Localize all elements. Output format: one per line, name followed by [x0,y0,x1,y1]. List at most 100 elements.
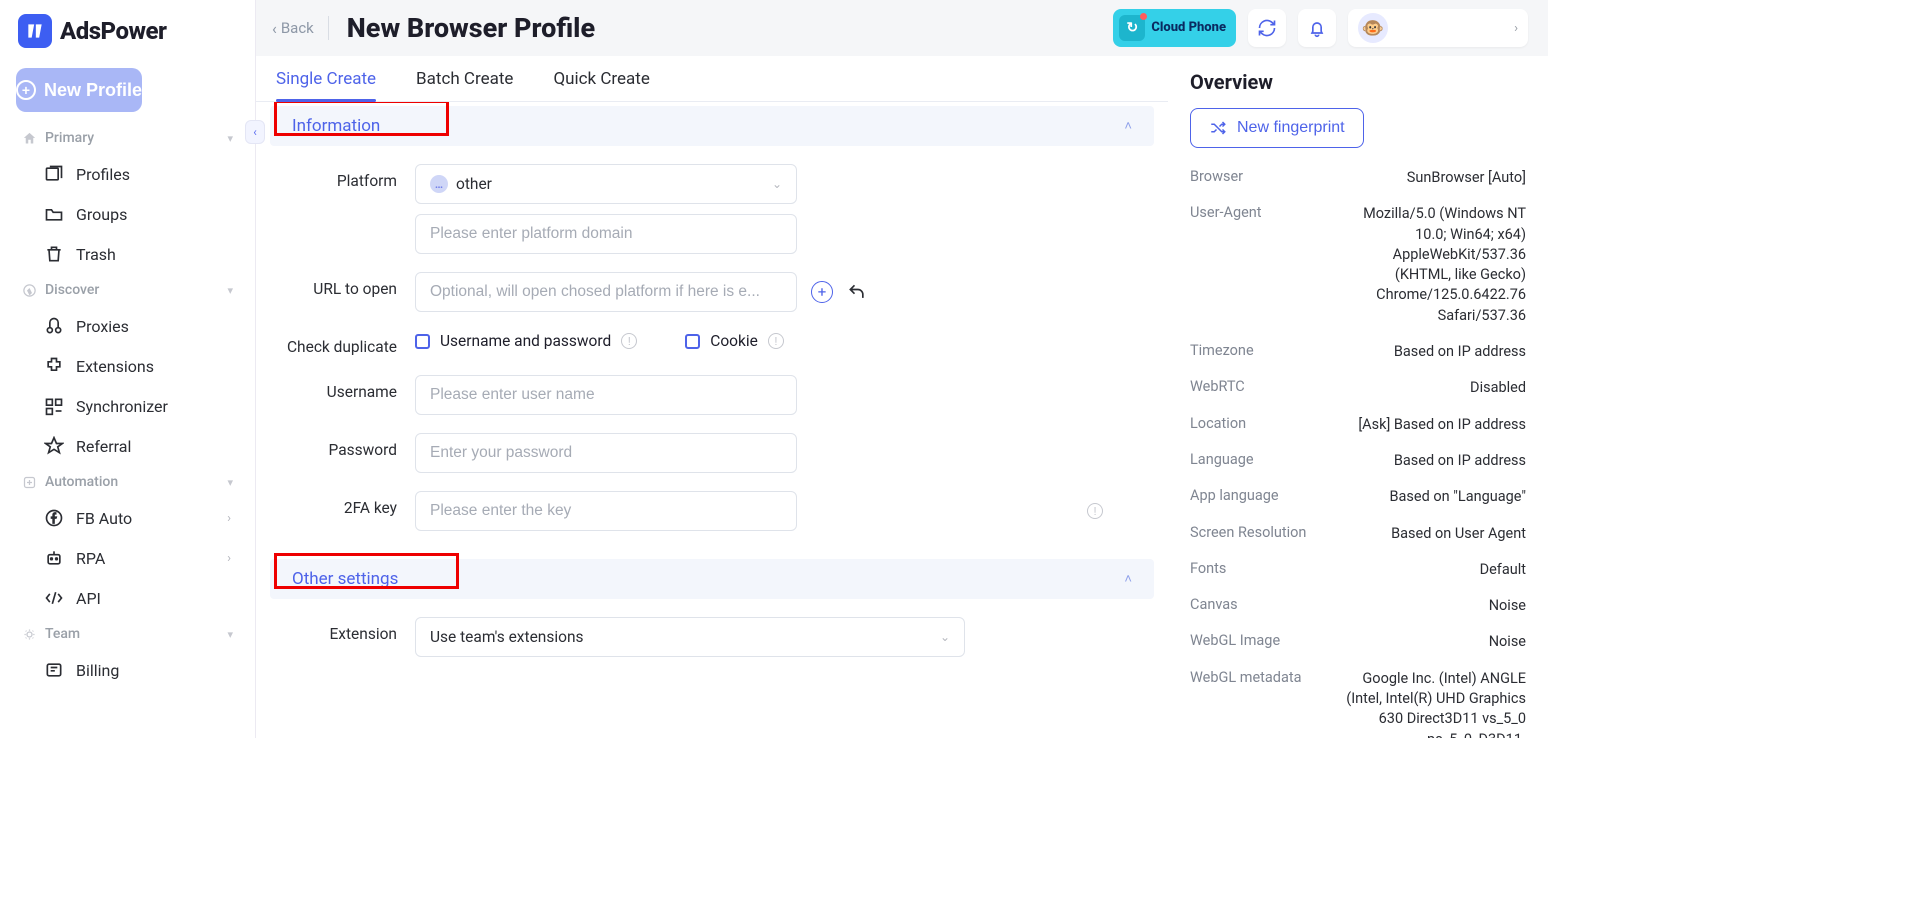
chevron-down-icon: ⌄ [772,177,782,191]
sidebar-item-extensions[interactable]: Extensions [0,346,255,386]
fb-icon [44,508,64,528]
label-2fa: 2FA key [270,491,415,518]
account-menu[interactable]: 🐵 › [1348,9,1528,47]
new-profile-button[interactable]: + New Profile [16,68,142,112]
notifications-button[interactable] [1298,9,1336,47]
nav-section-primary[interactable]: Primary ▾ [0,122,255,154]
chevron-up-icon: ˄ [1124,118,1132,134]
overview-row: BrowserSunBrowser [Auto] [1190,168,1526,188]
billing-icon [44,660,64,680]
overview-row: TimezoneBased on IP address [1190,342,1526,362]
trash-icon [44,244,64,264]
extension-select[interactable]: Use team's extensions ⌄ [415,617,965,657]
tab-single-create[interactable]: Single Create [276,59,376,101]
tab-quick-create[interactable]: Quick Create [553,59,649,101]
add-url-button[interactable]: + [811,281,833,303]
overview-row: WebRTCDisabled [1190,378,1526,398]
nav-section-discover[interactable]: Discover ▾ [0,274,255,306]
sidebar-item-proxies[interactable]: Proxies [0,306,255,346]
sidebar-item-referral[interactable]: Referral [0,426,255,466]
overview-row: WebGL metadataGoogle Inc. (Intel) ANGLE … [1190,669,1526,738]
cloud-phone-label: Cloud Phone [1151,21,1226,35]
sidebar-item-synchronizer[interactable]: Synchronizer [0,386,255,426]
puzzle-icon [44,356,64,376]
robot-icon [44,548,64,568]
proxies-icon [44,316,64,336]
chevron-down-icon: ▾ [227,284,233,297]
twofa-input[interactable] [415,491,797,531]
avatar-icon: 🐵 [1358,13,1388,43]
sidebar-item-trash[interactable]: Trash [0,234,255,274]
chevron-down-icon: ▾ [227,132,233,145]
divider [328,16,329,40]
tab-batch-create[interactable]: Batch Create [416,59,513,101]
overview-list: BrowserSunBrowser [Auto] User-AgentMozil… [1190,168,1526,738]
main: ‹Back New Browser Profile ↻ Cloud Phone … [256,0,1548,738]
new-fingerprint-button[interactable]: New fingerprint [1190,108,1364,148]
chevron-right-icon: › [227,551,231,566]
logo[interactable]: AdsPower [0,0,255,62]
overview-row: Location[Ask] Based on IP address [1190,415,1526,435]
chevron-right-icon: › [1514,21,1518,36]
tabs: Single Create Batch Create Quick Create [256,56,1168,102]
overview-row: WebGL ImageNoise [1190,632,1526,652]
folder-icon [44,204,64,224]
nav-section-automation[interactable]: Automation ▾ [0,466,255,498]
checkbox-cookie[interactable]: Cookie! [685,332,784,350]
checkbox-username-password[interactable]: Username and password! [415,332,637,350]
url-to-open-input[interactable] [415,272,797,312]
info-icon[interactable]: ! [768,333,784,349]
sidebar-item-groups[interactable]: Groups [0,194,255,234]
overview-row: App languageBased on "Language" [1190,487,1526,507]
chevron-down-icon: ▾ [227,476,233,489]
undo-icon[interactable] [847,282,867,302]
cloud-phone-icon: ↻ [1119,15,1145,41]
chevron-down-icon: ▾ [227,628,233,641]
password-input[interactable] [415,433,797,473]
section-information[interactable]: Information ˄ [270,106,1154,146]
checkbox-icon [415,334,430,349]
star-icon [44,436,64,456]
section-other-settings[interactable]: Other settings ˄ [270,559,1154,599]
sidebar-item-fb-auto[interactable]: FB Auto› [0,498,255,538]
overview-row: CanvasNoise [1190,596,1526,616]
platform-select[interactable]: …other ⌄ [415,164,797,204]
label-password: Password [270,433,415,460]
chevron-up-icon: ˄ [1124,571,1132,587]
label-platform: Platform [270,164,415,191]
overview-row: FontsDefault [1190,560,1526,580]
profiles-icon [44,164,64,184]
label-url-to-open: URL to open [270,272,415,299]
info-icon[interactable]: ! [621,333,637,349]
overview-row: Screen ResolutionBased on User Agent [1190,524,1526,544]
shuffle-icon [1209,119,1227,137]
cloud-phone-button[interactable]: ↻ Cloud Phone [1113,9,1236,47]
checkbox-icon [685,334,700,349]
chevron-right-icon: › [227,511,231,526]
sidebar: AdsPower + New Profile Primary ▾ Profile… [0,0,256,738]
sidebar-item-rpa[interactable]: RPA› [0,538,255,578]
platform-domain-input[interactable] [415,214,797,254]
topbar: ‹Back New Browser Profile ↻ Cloud Phone … [256,0,1548,56]
chevron-down-icon: ⌄ [940,630,950,644]
sidebar-item-billing[interactable]: Billing [0,650,255,690]
label-extension: Extension [270,617,415,644]
logo-icon [18,14,52,48]
nav-section-team[interactable]: Team ▾ [0,618,255,650]
sidebar-item-profiles[interactable]: Profiles [0,154,255,194]
plus-icon: + [16,80,36,100]
info-icon[interactable]: ! [1087,503,1103,519]
sidebar-item-api[interactable]: API [0,578,255,618]
label-username: Username [270,375,415,402]
overview-row: User-AgentMozilla/5.0 (Windows NT 10.0; … [1190,204,1526,326]
back-button[interactable]: ‹Back [272,19,314,38]
overview-row: LanguageBased on IP address [1190,451,1526,471]
overview-title: Overview [1190,70,1526,94]
new-profile-label: New Profile [44,80,142,101]
username-input[interactable] [415,375,797,415]
sidebar-collapse-button[interactable]: ‹ [245,120,265,144]
sync-icon [44,396,64,416]
page-title: New Browser Profile [347,12,595,44]
logo-text: AdsPower [60,17,166,45]
refresh-button[interactable] [1248,9,1286,47]
